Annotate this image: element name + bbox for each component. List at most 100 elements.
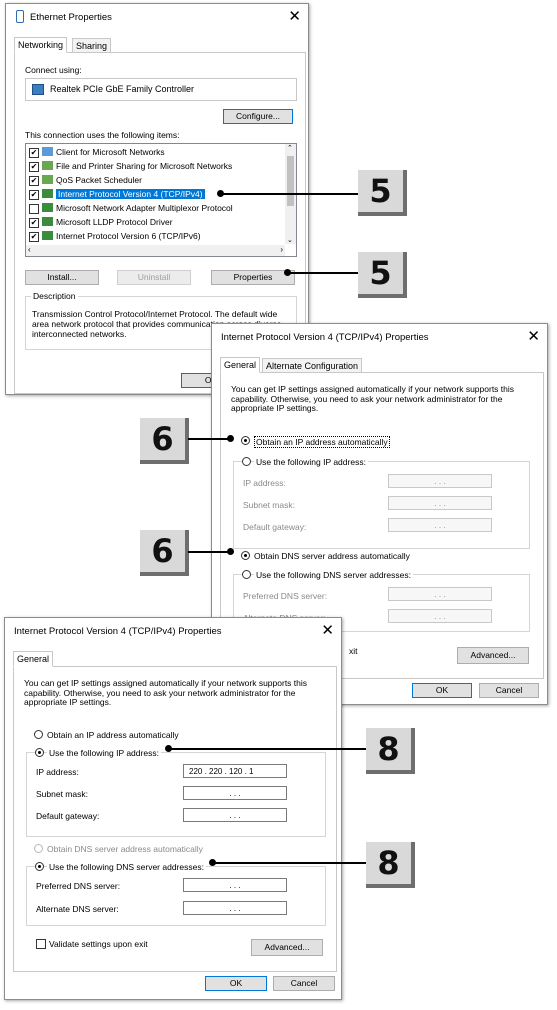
ip-address-field[interactable]: 220 . 220 . 120 . 1 <box>183 764 287 778</box>
use-following-ip-label: Use the following IP address: <box>47 748 161 758</box>
callout-badge-8: 8 <box>366 728 415 774</box>
checkbox[interactable]: ✔ <box>29 176 39 186</box>
ipv4-properties-dialog-manual: Internet Protocol Version 4 (TCP/IPv4) P… <box>4 617 342 1000</box>
tab-networking[interactable]: Networking <box>14 37 68 53</box>
callout-badge-8: 8 <box>366 842 415 888</box>
title-bar: Internet Protocol Version 4 (TCP/IPv4) P… <box>5 618 341 644</box>
protocol-icon <box>42 231 53 240</box>
use-following-ip-radio[interactable] <box>35 748 44 757</box>
validate-checkbox[interactable] <box>36 939 46 949</box>
checkbox[interactable]: ✔ <box>29 218 39 228</box>
intro-text: You can get IP settings assigned automat… <box>24 678 308 707</box>
advanced-button[interactable]: Advanced... <box>457 647 529 664</box>
ok-label: OK <box>229 978 243 988</box>
item-label: File and Printer Sharing for Microsoft N… <box>56 161 233 171</box>
close-icon[interactable]: ✕ <box>527 327 540 347</box>
uninstall-label: Uninstall <box>137 272 171 282</box>
callout-badge-5: 5 <box>358 170 407 216</box>
checkbox[interactable]: ✔ <box>29 148 39 158</box>
configure-label: Configure... <box>236 111 280 121</box>
service-icon <box>42 161 53 170</box>
intro-text: You can get IP settings assigned automat… <box>231 384 515 413</box>
scroll-thumb[interactable] <box>287 156 294 206</box>
ip-address-label: IP address: <box>36 767 79 777</box>
use-following-ip-radio[interactable] <box>242 457 251 466</box>
properties-label: Properties <box>233 272 273 282</box>
configure-button[interactable]: Configure... <box>223 109 293 124</box>
callout-badge-6: 6 <box>140 418 189 464</box>
list-item[interactable]: Microsoft Network Adapter Multiplexor Pr… <box>29 202 233 215</box>
network-adapter-icon <box>16 10 24 23</box>
subnet-mask-field[interactable]: . . . <box>183 786 287 800</box>
scroll-down-icon[interactable]: ⌄ <box>287 236 293 244</box>
advanced-button[interactable]: Advanced... <box>251 939 323 956</box>
list-item[interactable]: ✔ File and Printer Sharing for Microsoft … <box>29 160 232 173</box>
properties-button[interactable]: Properties <box>211 270 295 285</box>
advanced-label: Advanced... <box>470 650 516 660</box>
callout-leader-line <box>168 748 368 750</box>
obtain-ip-auto-radio[interactable] <box>34 730 43 739</box>
list-item[interactable]: ✔ QoS Packet Scheduler <box>29 174 142 187</box>
tab-general[interactable]: General <box>13 651 54 667</box>
connect-using-label: Connect using: <box>25 65 82 75</box>
ok-button[interactable]: OK <box>205 976 267 991</box>
cancel-button[interactable]: Cancel <box>479 683 539 698</box>
list-item[interactable]: ✔ Internet Protocol Version 6 (TCP/IPv6) <box>29 230 201 243</box>
callout-pointer-dot <box>227 548 234 555</box>
ok-button[interactable]: OK <box>412 683 472 698</box>
protocol-icon <box>42 217 53 226</box>
title-bar: Ethernet Properties ✕ <box>6 4 308 30</box>
checkbox[interactable]: ✔ <box>29 232 39 242</box>
general-panel: You can get IP settings assigned automat… <box>13 666 337 972</box>
preferred-dns-label: Preferred DNS server: <box>36 881 121 891</box>
obtain-dns-auto-label: Obtain DNS server address automatically <box>47 844 203 854</box>
adapter-name: Realtek PCIe GbE Family Controller <box>50 84 195 94</box>
use-following-dns-radio[interactable] <box>35 862 44 871</box>
alternate-dns-field[interactable]: . . . <box>388 609 492 623</box>
obtain-ip-auto-radio[interactable] <box>241 436 250 445</box>
install-button[interactable]: Install... <box>25 270 99 285</box>
description-heading: Description <box>31 291 78 301</box>
checkbox[interactable]: ✔ <box>29 162 39 172</box>
protocol-icon <box>42 203 53 212</box>
default-gateway-label: Default gateway: <box>36 811 100 821</box>
uninstall-button[interactable]: Uninstall <box>117 270 191 285</box>
horizontal-scrollbar[interactable]: ‹ › <box>26 245 285 256</box>
preferred-dns-field[interactable]: . . . <box>183 878 287 892</box>
default-gateway-field[interactable]: . . . <box>388 518 492 532</box>
checkbox[interactable] <box>29 204 39 214</box>
static-dns-group: Use the following DNS server addresses: … <box>26 862 326 926</box>
ok-label: OK <box>435 685 449 695</box>
alternate-dns-field[interactable]: . . . <box>183 901 287 915</box>
use-following-dns-radio[interactable] <box>242 570 251 579</box>
item-label: Client for Microsoft Networks <box>56 147 165 157</box>
scroll-up-icon[interactable]: ⌃ <box>287 144 293 152</box>
default-gateway-label: Default gateway: <box>243 522 307 532</box>
list-item-ipv4[interactable]: ✔ Internet Protocol Version 4 (TCP/IPv4) <box>29 188 205 201</box>
list-item[interactable]: ✔ Microsoft LLDP Protocol Driver <box>29 216 173 229</box>
scroll-right-icon[interactable]: › <box>280 245 283 254</box>
scroll-left-icon[interactable]: ‹ <box>28 245 31 254</box>
dialog-title: Ethernet Properties <box>30 12 112 23</box>
ip-address-field[interactable]: . . . <box>388 474 492 488</box>
client-icon <box>42 147 53 156</box>
list-item[interactable]: ✔ Client for Microsoft Networks <box>29 146 165 159</box>
items-list[interactable]: ✔ Client for Microsoft Networks ✔ File and… <box>25 143 297 257</box>
preferred-dns-field[interactable]: . . . <box>388 587 492 601</box>
checkbox[interactable]: ✔ <box>29 190 39 200</box>
default-gateway-field[interactable]: . . . <box>183 808 287 822</box>
validate-label: Validate settings upon exit <box>49 939 148 949</box>
static-ip-group: Use the following IP address: IP address… <box>26 748 326 837</box>
item-label: QoS Packet Scheduler <box>56 175 142 185</box>
close-icon[interactable]: ✕ <box>321 621 334 641</box>
advanced-label: Advanced... <box>264 942 310 952</box>
close-icon[interactable]: ✕ <box>288 7 301 27</box>
subnet-mask-field[interactable]: . . . <box>388 496 492 510</box>
subnet-mask-label: Subnet mask: <box>36 789 88 799</box>
obtain-dns-auto-radio[interactable] <box>241 551 250 560</box>
items-label: This connection uses the following items… <box>25 130 180 140</box>
tab-general[interactable]: General <box>220 357 261 373</box>
cancel-button[interactable]: Cancel <box>273 976 335 991</box>
obtain-dns-auto-radio[interactable] <box>34 844 43 853</box>
item-label: Internet Protocol Version 4 (TCP/IPv4) <box>56 189 205 199</box>
